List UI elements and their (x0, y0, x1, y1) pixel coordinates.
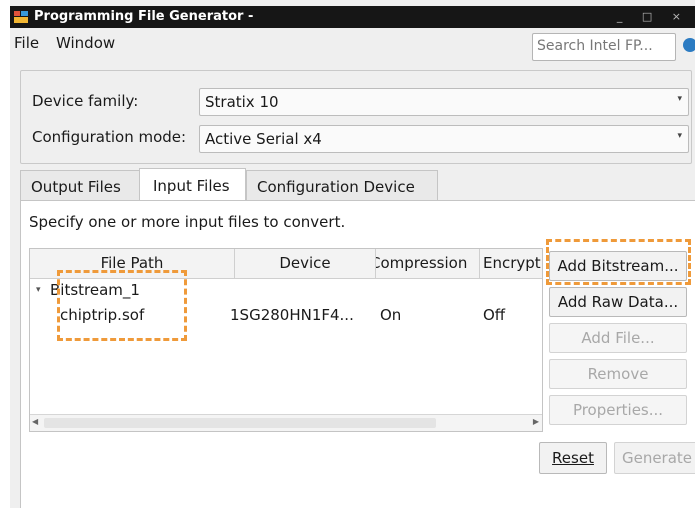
chevron-down-icon: ▾ (677, 131, 682, 141)
search-field[interactable]: Search Intel FP... (532, 33, 676, 61)
tab-label: Output Files (31, 178, 121, 196)
tab-output-files[interactable]: Output Files (20, 170, 140, 202)
device-family-select[interactable]: Stratix 10 ▾ (199, 88, 689, 116)
remove-button[interactable]: Remove (549, 359, 687, 389)
chevron-down-icon: ▾ (677, 94, 682, 104)
configuration-mode-value: Active Serial x4 (205, 130, 322, 148)
device-settings-group: Device family: Stratix 10 ▾ Configuratio… (20, 70, 692, 164)
column-header-device[interactable]: Device (235, 249, 376, 278)
scrollbar-thumb[interactable] (44, 418, 436, 428)
scroll-right-icon[interactable]: ▶ (533, 417, 539, 426)
tab-label: Input Files (153, 177, 230, 195)
title-bar: Programming File Generator - _ □ × (10, 6, 695, 28)
compression-cell[interactable]: On (380, 306, 401, 324)
search-placeholder: Search Intel FP... (537, 38, 653, 54)
scroll-left-icon[interactable]: ◀ (32, 417, 38, 426)
menu-window[interactable]: Window (56, 34, 115, 52)
highlight-chiptrip-file (57, 270, 187, 341)
device-family-label: Device family: (32, 92, 139, 110)
globe-icon[interactable] (683, 38, 695, 52)
horizontal-scrollbar[interactable]: ◀ ▶ (30, 414, 542, 431)
highlight-add-bitstream (546, 239, 691, 285)
collapse-arrow-icon[interactable]: ▾ (36, 285, 41, 295)
window-title: Programming File Generator - (34, 9, 254, 24)
add-file-button[interactable]: Add File... (549, 323, 687, 353)
programming-file-generator-window: Programming File Generator - _ □ × File … (10, 0, 695, 508)
tab-label: Configuration Device (257, 178, 415, 196)
device-cell[interactable]: 1SG280HN1F4... (230, 306, 354, 324)
add-raw-data-button[interactable]: Add Raw Data... (549, 287, 687, 317)
menu-file[interactable]: File (14, 34, 39, 52)
column-header-encrypt[interactable]: Encrypt (480, 249, 542, 278)
column-header-compression[interactable]: Compression (376, 249, 480, 278)
tab-input-files[interactable]: Input Files (139, 168, 246, 201)
tab-configuration-device[interactable]: Configuration Device (246, 170, 438, 202)
instructions-text: Specify one or more input files to conve… (29, 213, 346, 231)
encrypt-cell[interactable]: Off (483, 306, 505, 324)
device-family-value: Stratix 10 (205, 93, 279, 111)
reset-button[interactable]: Reset (539, 442, 607, 474)
properties-button[interactable]: Properties... (549, 395, 687, 425)
menu-bar: File Window Search Intel FP... (10, 28, 695, 62)
configuration-mode-select[interactable]: Active Serial x4 ▾ (199, 125, 689, 153)
configuration-mode-label: Configuration mode: (32, 128, 187, 146)
window-controls[interactable]: _ □ × (617, 10, 689, 23)
generate-button[interactable]: Generate (614, 442, 695, 474)
app-icon (14, 11, 28, 23)
